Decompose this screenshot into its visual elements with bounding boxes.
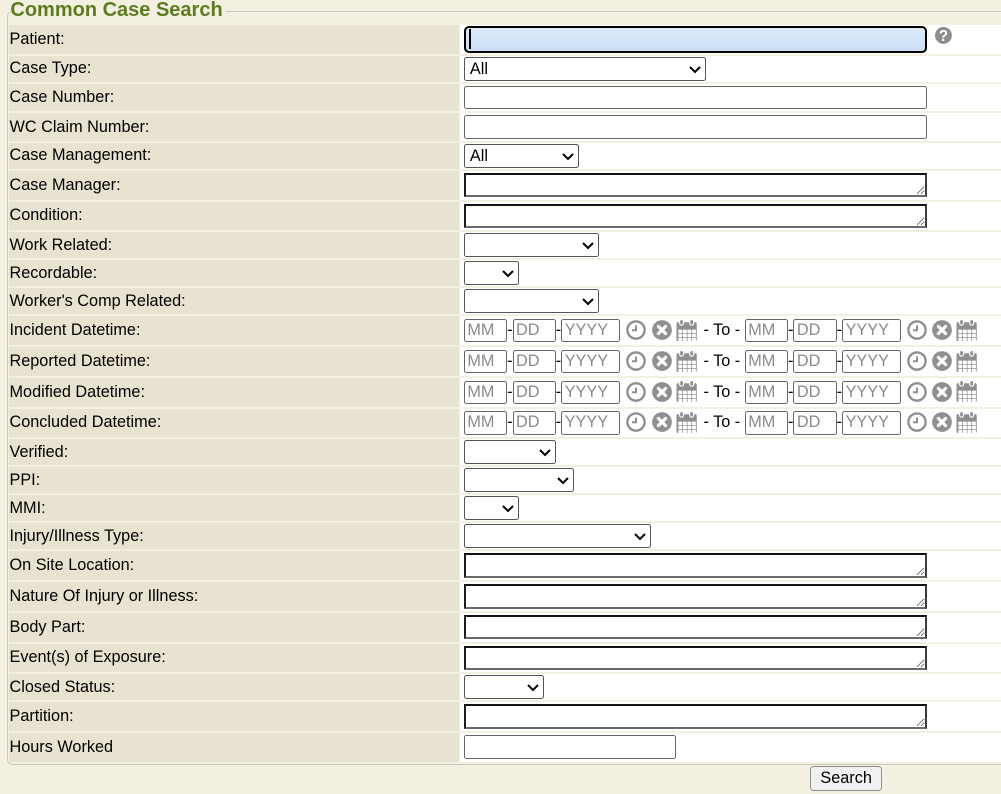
svg-text:?: ?	[939, 29, 948, 45]
